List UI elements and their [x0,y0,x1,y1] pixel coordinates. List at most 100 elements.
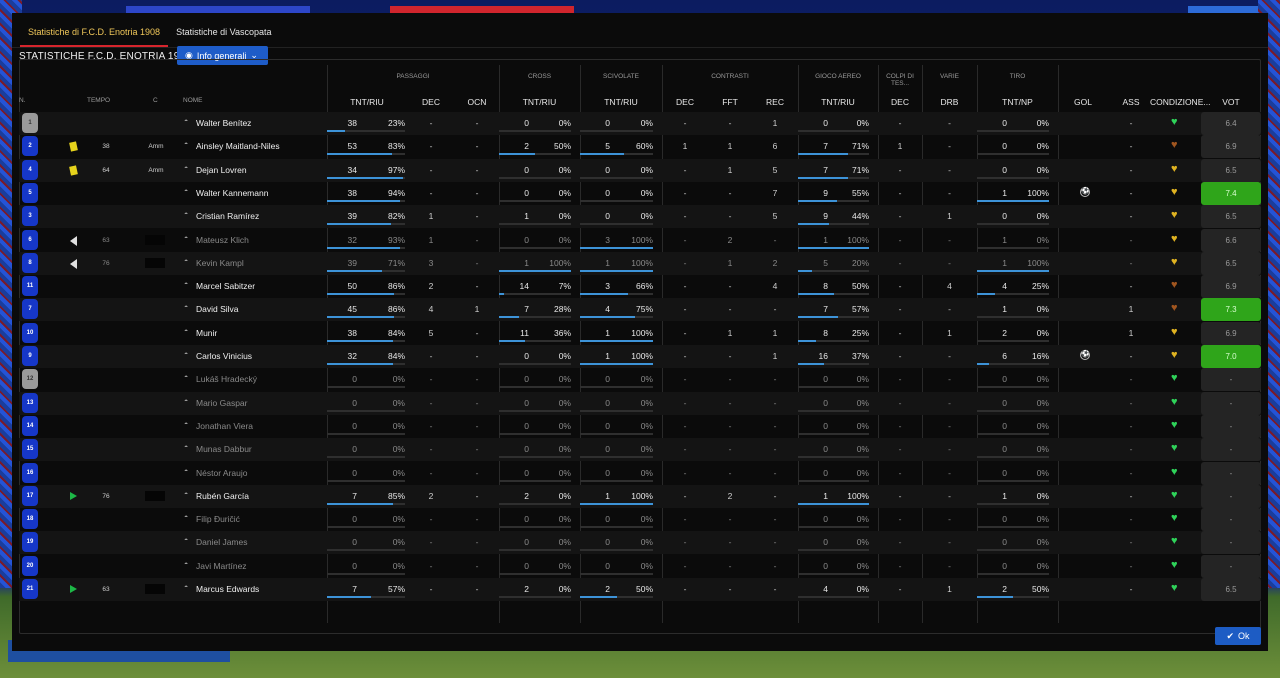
contrasti-dec: - [683,491,687,501]
table-row[interactable]: 3 ◓ Cristian Ramírez 39 82% 1 - 1 0% 0 0% - - 5 9 44% - 1… [19,205,1261,228]
player-name[interactable]: Daniel James [196,537,248,547]
col-voto[interactable]: VOT [1201,97,1261,107]
varie-drb: - [948,304,951,314]
varie-drb: 4 [947,281,952,291]
player-name[interactable]: Dejan Lovren [196,165,247,175]
passaggi-count: 7 [352,584,357,594]
cross-percent: 36% [553,328,571,338]
tiro-count: 2 [1002,584,1007,594]
table-row[interactable]: 7 ◓ David Silva 45 86% 4 1 7 28% 4 75% - - - 7 57% - - 1 0%… [19,298,1261,321]
tiro-count: 1 [1002,235,1007,245]
person-icon: ◓ [184,235,189,242]
table-row[interactable]: 2 38 Amm ◓ Ainsley Maitland-Niles 53 83% - -2 50%… [19,135,1261,158]
tiro-count: 0 [1002,514,1007,524]
passaggi-count: 50 [347,281,357,291]
table-row[interactable]: 11 ◓ Marcel Sabitzer 50 86% 2 - 14 7% 3 66% - - 4 8 50%… [19,275,1261,298]
condition-heart-icon: ♥ [1171,512,1178,524]
player-name[interactable]: Ainsley Maitland-Niles [196,141,280,151]
col-scivolate-tnt[interactable]: TNT/RIU [580,97,662,107]
player-name[interactable]: Marcel Sabitzer [196,281,255,291]
col-colpi-dec[interactable]: DEC [878,97,922,107]
table-row[interactable]: 6 63 ◓ Mateusz Klich 32 93% 1 - 0 0% 3 100% - 2 - 1 100%… [19,229,1261,252]
table-row[interactable]: 10 ◓ Munir 38 84% 5-11 36% 1 100% -1 1 8 25% -1 2 0% 1 ♥ 6… [19,322,1261,345]
col-condizione[interactable]: CONDIZIONE... [1150,97,1210,107]
scivolate-count: 0 [605,165,610,175]
col-passaggi-tnt[interactable]: TNT/RIU [327,97,407,107]
table-row[interactable]: 13 ◓ Mario Gaspar 0 0% - - 0 0% 0 0% - - - 0 0% - - 0 0% - ♥ - [19,392,1261,415]
table-row[interactable]: 19 ◓ Daniel James 0 0% - - 0 0% 0 0% - - - 0 0% - - 0 0% - ♥ - [19,531,1261,554]
cross-bar-fill [499,340,525,342]
scivolate-percent: 0% [640,398,653,408]
table-row[interactable]: 15 ◓ Munas Dabbur 0 0% - - 0 0% 0 0% - - - 0 0% - - 0 0% - ♥ - [19,438,1261,461]
col-passaggi-dec[interactable]: DEC [414,97,448,107]
player-name[interactable]: David Silva [196,304,239,314]
player-name[interactable]: Walter Kannemann [196,188,268,198]
player-name[interactable]: Marcus Edwards [196,584,259,594]
table-row[interactable]: 5 ◓ Walter Kannemann 38 94% - - 0 0% 0 0% - - 7 9 55% - -… [19,182,1261,205]
col-gol[interactable]: GOL [1066,97,1100,107]
col-tempo[interactable]: TEMPO [87,97,110,104]
player-name[interactable]: Munas Dabbur [196,444,252,454]
varie-drb: - [948,537,951,547]
table-row[interactable]: 16 ◓ Néstor Araujo 0 0% - - 0 0% 0 0% - - - 0 0% - - 0 0% - ♥… [19,462,1261,485]
table-row[interactable]: 17 76 ◓ Rubén García 7 85% 2 - 2 0% 1 100% - 2 - 1 100% -… [19,485,1261,508]
player-name[interactable]: Lukáš Hradecký [196,374,257,384]
col-c[interactable]: C [153,97,158,104]
gioco-aereo-count: 0 [823,398,828,408]
player-name[interactable]: Munir [196,328,217,338]
col-passaggi-ocn[interactable]: OCN [460,97,494,107]
player-name[interactable]: Rubén García [196,491,249,501]
col-nome[interactable]: NOME [183,97,203,104]
tiro-bar [977,340,1049,342]
col-contrasti-rec[interactable]: REC [758,97,792,107]
col-cross-tnt[interactable]: TNT/RIU [499,97,580,107]
substitution-in-icon [70,492,77,500]
passaggi-ocn: - [475,561,479,571]
player-name[interactable]: Kevin Kampl [196,258,244,268]
player-name[interactable]: Néstor Araujo [196,468,248,478]
varie-drb: - [948,468,951,478]
player-name[interactable]: Jonathan Viera [196,421,253,431]
scivolate-bar [580,596,653,598]
ok-button[interactable]: ✔ Ok [1215,627,1261,645]
assist-value: - [1129,444,1133,454]
player-name[interactable]: Walter Benítez [196,118,251,128]
table-row[interactable]: 18 ◓ Filip Đuričić 0 0% - - 0 0% 0 0% - - - 0 0% - - 0 0% - ♥… [19,508,1261,531]
tab-away-stats[interactable]: Statistiche di Vascopata [168,25,279,47]
scivolate-count: 3 [605,281,610,291]
col-contrasti-fft[interactable]: FFT [713,97,747,107]
table-row[interactable]: 20 ◓ Javi Martínez 0 0% - - 0 0% 0 0% - - - 0 0% - - 0 0% - ♥… [19,555,1261,578]
varie-drb: - [948,118,951,128]
col-contrasti-dec[interactable]: DEC [668,97,702,107]
table-row[interactable]: 12 ◓ Lukáš Hradecký 0 0% - - 0 0% 0 0% - - - 0 0% - - 0 0% -… [19,368,1261,391]
scivolate-bar-fill [580,247,653,249]
player-name[interactable]: Carlos Vinicius [196,351,252,361]
table-row[interactable]: 4 64 Amm ◓ Dejan Lovren 34 97% - - 0 0% 0 0% - 1 5 7 71% -… [19,159,1261,182]
player-name[interactable]: Mario Gaspar [196,398,248,408]
table-row[interactable]: 9 ◓ Carlos Vinicius 32 84% - - 0 0% 1 100% - - 1 16 37%… [19,345,1261,368]
cross-count: 0 [524,444,529,454]
player-name[interactable]: Javi Martínez [196,561,247,571]
player-name[interactable]: Mateusz Klich [196,235,249,245]
col-varie-drb[interactable]: DRB [922,97,977,107]
passaggi-bar [327,549,405,551]
table-row[interactable]: 8 76 ◓ Kevin Kampl 39 71% 3 - 1 100% 1 100% - 1 2 5 20% -… [19,252,1261,275]
scivolate-bar-fill [580,270,653,272]
table-row[interactable]: 1 ◓ Walter Benítez 38 23% - - 0 0% 0 0% - - 1 0 0% - - 0 0%… [19,112,1261,135]
col-aereo-tnt[interactable]: TNT/RIU [798,97,878,107]
player-name[interactable]: Cristian Ramírez [196,211,259,221]
varie-drb: 1 [947,328,952,338]
passaggi-dec: - [429,584,433,594]
col-tiro-tnt[interactable]: TNT/NP [977,97,1058,107]
assist-value: - [1129,584,1133,594]
table-row[interactable]: 21 63 ◓ Marcus Edwards 7 57% - - 2 0% 2 50% - - - 4 0% - 1… [19,578,1261,601]
player-name[interactable]: Filip Đuričić [196,514,240,524]
table-row[interactable]: 14 ◓ Jonathan Viera 0 0% - - 0 0% 0 0% - - - 0 0% - - 0 0% -… [19,415,1261,438]
col-ass[interactable]: ASS [1114,97,1148,107]
gioco-aereo-bar [798,386,869,388]
gioco-aereo-bar [798,247,869,249]
col-number[interactable]: N. [19,97,26,104]
tab-home-stats[interactable]: Statistiche di F.C.D. Enotria 1908 [20,25,169,47]
contrasti-fft: - [728,561,732,571]
contrasti-dec: - [683,188,687,198]
